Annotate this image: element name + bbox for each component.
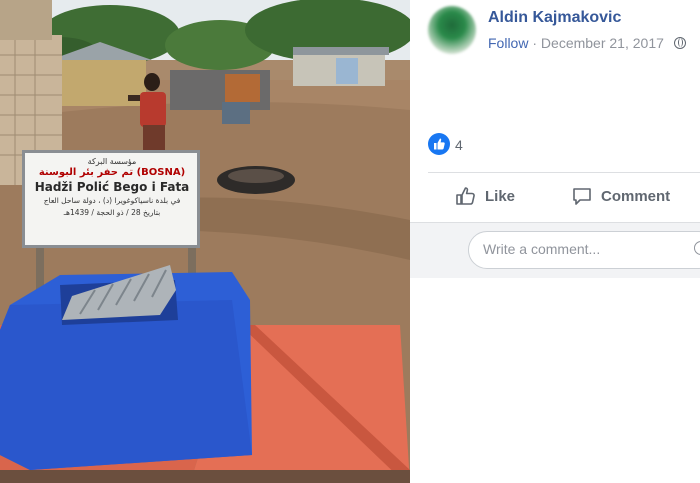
comment-button[interactable]: Comment — [571, 184, 670, 208]
comment-icon — [573, 188, 591, 205]
post-meta: Follow · December 21, 2017 — [488, 35, 686, 51]
sign-arabic-line-3: في بلدة ناسياكوغويرا (د) ، دولة ساحل الع… — [43, 196, 181, 206]
thumbs-up-icon[interactable] — [428, 133, 450, 155]
like-label: Like — [485, 187, 516, 205]
sign-name-line: Hadži Polić Bego i Fata — [34, 179, 190, 194]
divider — [428, 172, 700, 173]
comment-label: Comment — [601, 187, 671, 205]
like-button[interactable]: Like — [455, 184, 515, 208]
globe-icon[interactable] — [673, 37, 686, 49]
follow-link[interactable]: Follow — [488, 35, 528, 51]
sign-arabic-line-4: بتاريخ 28 / ذو الحجة / 1439هـ — [63, 208, 161, 218]
like-icon — [456, 187, 475, 205]
meta-separator: · — [532, 35, 538, 51]
memorial-sign: مؤسسة البركة تم حفر بئر البوسنة (BOSNA) … — [26, 153, 198, 245]
sign-arabic-line-2: تم حفر بئر البوسنة (BOSNA) — [38, 167, 186, 179]
author-name[interactable]: Aldin Kajmakovic — [488, 9, 621, 27]
post-photo[interactable]: مؤسسة البركة تم حفر بئر البوسنة (BOSNA) … — [0, 0, 410, 483]
author-avatar[interactable] — [428, 6, 476, 54]
sign-arabic-line-1: مؤسسة البركة — [87, 157, 137, 166]
comment-input[interactable]: Write a comment... — [468, 231, 700, 269]
post-date[interactable]: December 21, 2017 — [541, 35, 664, 51]
reaction-count[interactable]: 4 — [455, 137, 463, 153]
